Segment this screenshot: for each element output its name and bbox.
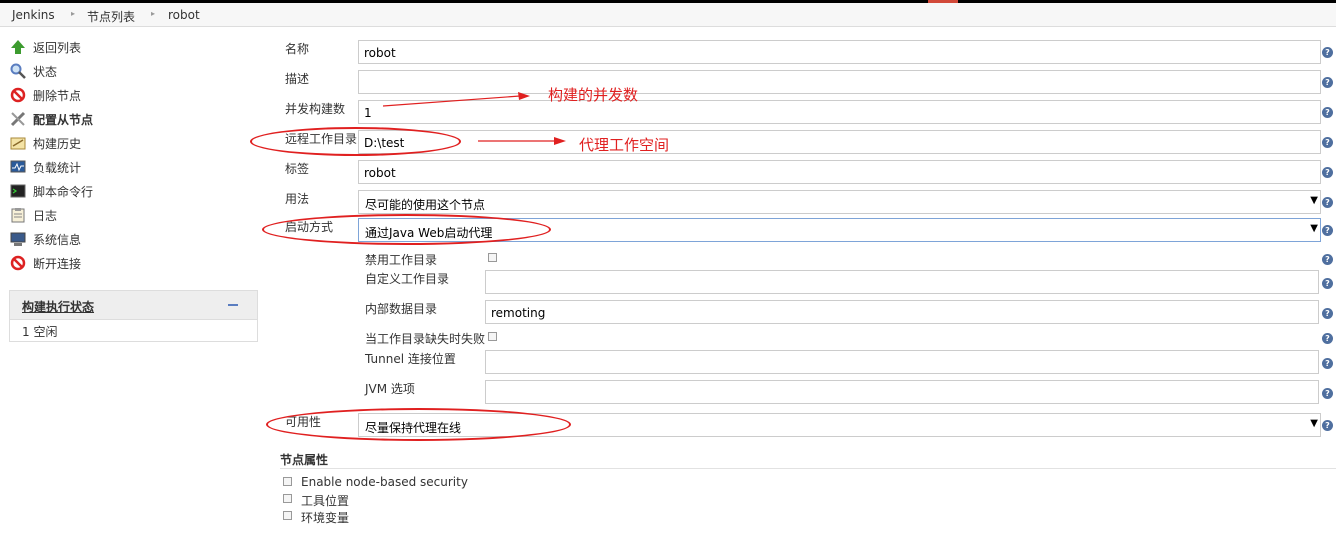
internal-dir-label: 内部数据目录 [365, 302, 438, 316]
executor-status-header: 构建执行状态 [10, 291, 257, 320]
sidebar-item-script-console[interactable]: 脚本命令行 [10, 181, 93, 201]
help-icon[interactable]: ? [1322, 308, 1333, 319]
tool-locations-label: 工具位置 [301, 494, 350, 508]
help-icon[interactable]: ? [1322, 420, 1333, 431]
annotation-arrow-icon [382, 92, 530, 107]
terminal-icon [10, 183, 26, 199]
sidebar-item-configure[interactable]: 配置从节点 [10, 109, 93, 129]
notepad-icon [10, 135, 26, 151]
sidebar-item-label: 状态 [33, 64, 58, 79]
monitor-chart-icon [10, 159, 26, 175]
tool-locations-checkbox[interactable] [283, 494, 292, 503]
executor-status-title[interactable]: 构建执行状态 [22, 298, 94, 315]
breadcrumb-separator-icon: ▸ [151, 9, 156, 18]
section-divider [280, 468, 1336, 469]
sidebar-item-delete-node[interactable]: 删除节点 [10, 85, 81, 105]
dropdown-arrow-icon: ▼ [1310, 223, 1318, 234]
help-icon[interactable]: ? [1322, 388, 1333, 399]
sidebar-item-status[interactable]: 状态 [10, 61, 57, 81]
computer-icon [10, 231, 26, 247]
custom-workdir-input[interactable] [485, 270, 1319, 294]
usage-label: 用法 [285, 192, 310, 206]
usage-select-value: 尽可能的使用这个节点 [365, 198, 486, 212]
breadcrumb-robot[interactable]: robot [168, 8, 200, 22]
name-label: 名称 [285, 42, 310, 56]
executors-label: 并发构建数 [285, 102, 346, 116]
help-icon[interactable]: ? [1322, 333, 1333, 344]
dropdown-arrow-icon: ▼ [1310, 418, 1318, 429]
collapse-icon[interactable] [228, 304, 238, 306]
node-properties-heading: 节点属性 [280, 453, 329, 467]
tunnel-label: Tunnel 连接位置 [365, 352, 456, 366]
breadcrumb-node-list[interactable]: 节点列表 [87, 8, 135, 25]
annotation-executors-note: 构建的并发数 [548, 86, 639, 104]
executor-status-panel: 构建执行状态 1 空闲 [9, 290, 258, 342]
help-icon[interactable]: ? [1322, 47, 1333, 58]
dropdown-arrow-icon: ▼ [1310, 195, 1318, 206]
annotation-remote-fs-note: 代理工作空间 [579, 136, 670, 154]
sidebar-item-label: 系统信息 [33, 232, 82, 247]
internal-dir-input[interactable]: remoting [485, 300, 1319, 324]
labels-label: 标签 [285, 162, 310, 176]
up-arrow-icon [10, 39, 26, 55]
env-vars-checkbox[interactable] [283, 511, 292, 520]
labels-input[interactable]: robot [358, 160, 1321, 184]
annotation-ellipse [262, 214, 551, 245]
jvm-label: JVM 选项 [365, 382, 415, 396]
help-icon[interactable]: ? [1322, 225, 1333, 236]
help-icon[interactable]: ? [1322, 254, 1333, 265]
sidebar-item-label: 负载统计 [33, 160, 82, 175]
description-label: 描述 [285, 72, 310, 86]
sidebar-item-log[interactable]: 日志 [10, 205, 57, 225]
sidebar-item-disconnect[interactable]: 断开连接 [10, 253, 81, 273]
sidebar-item-label: 日志 [33, 208, 58, 223]
help-icon[interactable]: ? [1322, 197, 1333, 208]
executor-row: 1 空闲 [22, 325, 58, 339]
sidebar-item-label: 构建历史 [33, 136, 82, 151]
help-icon[interactable]: ? [1322, 167, 1333, 178]
node-security-label: Enable node-based security [301, 475, 468, 489]
help-icon[interactable]: ? [1322, 278, 1333, 289]
sidebar-item-system-info[interactable]: 系统信息 [10, 229, 81, 249]
sidebar-item-label: 断开连接 [33, 256, 82, 271]
breadcrumb: Jenkins ▸ 节点列表 ▸ robot [0, 3, 1336, 27]
breadcrumb-jenkins[interactable]: Jenkins [12, 8, 55, 22]
custom-workdir-label: 自定义工作目录 [365, 272, 450, 286]
sidebar-item-label: 配置从节点 [33, 112, 94, 127]
no-entry-icon [10, 87, 26, 103]
sidebar-item-label: 脚本命令行 [33, 184, 94, 199]
tunnel-input[interactable] [485, 350, 1319, 374]
node-security-checkbox[interactable] [283, 477, 292, 486]
jvm-input[interactable] [485, 380, 1319, 404]
breadcrumb-separator-icon: ▸ [71, 9, 76, 18]
sidebar-item-label: 删除节点 [33, 88, 82, 103]
annotation-ellipse [250, 127, 461, 156]
help-icon[interactable]: ? [1322, 137, 1333, 148]
search-icon [10, 63, 26, 79]
fail-missing-checkbox[interactable] [488, 332, 497, 341]
annotation-ellipse [266, 408, 571, 441]
disable-workdir-checkbox[interactable] [488, 253, 497, 262]
tools-icon [10, 111, 26, 127]
no-entry-icon [10, 255, 26, 271]
help-icon[interactable]: ? [1322, 358, 1333, 369]
help-icon[interactable]: ? [1322, 77, 1333, 88]
sidebar-item-load-stats[interactable]: 负载统计 [10, 157, 81, 177]
name-input[interactable]: robot [358, 40, 1321, 64]
sidebar-item-back-to-list[interactable]: 返回列表 [10, 37, 81, 57]
fail-missing-label: 当工作目录缺失时失败 [365, 332, 486, 346]
sidebar-item-build-history[interactable]: 构建历史 [10, 133, 81, 153]
env-vars-label: 环境变量 [301, 511, 350, 525]
disable-workdir-label: 禁用工作目录 [365, 253, 438, 267]
help-icon[interactable]: ? [1322, 107, 1333, 118]
annotation-arrow-icon [478, 137, 566, 145]
sidebar-item-label: 返回列表 [33, 40, 82, 55]
usage-select[interactable]: 尽可能的使用这个节点 ▼ [358, 190, 1321, 214]
clipboard-icon [10, 207, 26, 223]
